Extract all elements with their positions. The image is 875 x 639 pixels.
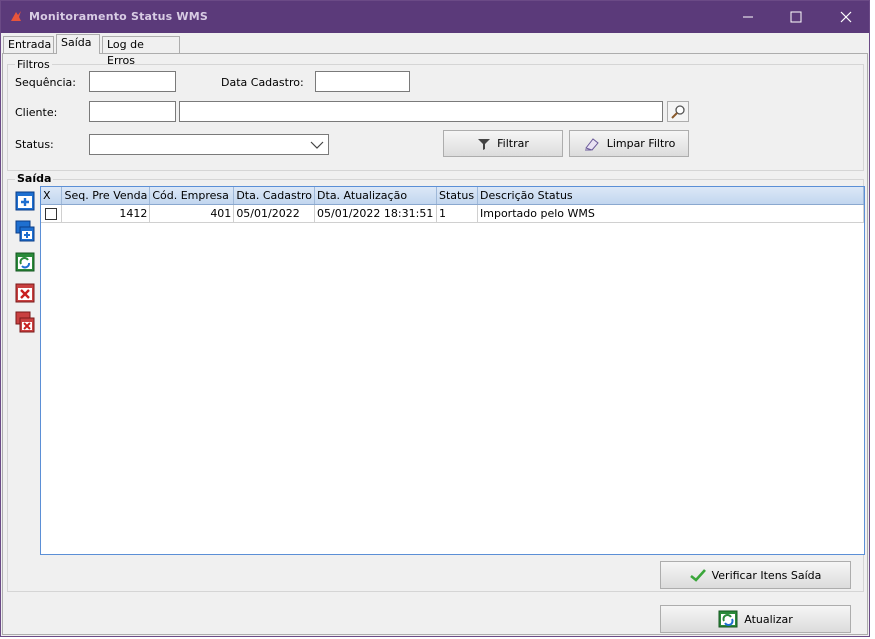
refresh-icon — [15, 252, 35, 272]
add-icon — [15, 191, 35, 211]
status-select[interactable] — [89, 134, 329, 155]
table-header-row: X Seq. Pre Venda Cód. Empresa Dta. Cadas… — [41, 187, 864, 205]
col-header-x[interactable]: X — [41, 187, 63, 205]
tab-entrada-label: Entrada — [8, 38, 52, 51]
search-icon — [671, 104, 685, 119]
limpar-filtro-button[interactable]: Limpar Filtro — [569, 130, 689, 157]
col-header-status[interactable]: Status — [436, 187, 478, 205]
cell-status: 1 — [436, 204, 478, 223]
add-multiple-button[interactable] — [14, 220, 36, 242]
data-cadastro-input[interactable] — [315, 71, 410, 92]
chevron-down-icon — [310, 141, 324, 149]
cliente-search-button[interactable] — [667, 101, 689, 122]
saida-grid[interactable]: X Seq. Pre Venda Cód. Empresa Dta. Cadas… — [40, 186, 865, 555]
verificar-itens-saida-label: Verificar Itens Saída — [711, 568, 822, 582]
close-icon — [840, 11, 852, 23]
cell-cod-empresa: 401 — [149, 204, 235, 223]
col-header-dta-atualizacao[interactable]: Dta. Atualização — [314, 187, 438, 205]
sequencia-label: Sequência: — [15, 76, 76, 89]
filtrar-button[interactable]: Filtrar — [443, 130, 563, 157]
maximize-icon — [790, 11, 802, 23]
status-label: Status: — [15, 138, 54, 151]
eraser-icon — [584, 137, 599, 151]
maximize-button[interactable] — [773, 1, 819, 33]
minimize-button[interactable] — [725, 1, 771, 33]
saida-table: X Seq. Pre Venda Cód. Empresa Dta. Cadas… — [41, 187, 864, 223]
cliente-name-input[interactable] — [179, 101, 663, 122]
tab-saida[interactable]: Saída — [56, 34, 100, 54]
delete-multiple-icon — [15, 311, 35, 333]
minimize-icon — [743, 16, 753, 18]
filters-group-title: Filtros — [15, 58, 52, 71]
tab-saida-label: Saída — [61, 36, 92, 49]
delete-button[interactable] — [14, 282, 36, 304]
check-icon — [689, 569, 706, 582]
delete-icon — [15, 283, 35, 303]
data-cadastro-label: Data Cadastro: — [221, 76, 304, 89]
main-window: Monitoramento Status WMS Filtros Sequênc… — [0, 0, 870, 637]
col-header-cod-empresa[interactable]: Cód. Empresa — [149, 187, 235, 205]
app-logo-icon — [11, 11, 21, 21]
add-button[interactable] — [14, 190, 36, 212]
tab-entrada[interactable]: Entrada — [3, 36, 54, 53]
atualizar-button[interactable]: Atualizar — [660, 605, 851, 633]
refresh-icon — [718, 610, 738, 628]
cell-dta-atualizacao: 05/01/2022 18:31:51 — [314, 204, 438, 223]
atualizar-button-label: Atualizar — [744, 612, 793, 626]
filter-icon — [478, 138, 491, 150]
refresh-button[interactable] — [14, 251, 36, 273]
row-checkbox-cell[interactable] — [41, 204, 63, 223]
col-header-descricao-status[interactable]: Descrição Status — [477, 187, 864, 205]
col-header-seq-pre-venda[interactable]: Seq. Pre Venda — [61, 187, 151, 205]
cell-seq-pre-venda: 1412 — [61, 204, 151, 223]
col-header-dta-cadastro[interactable]: Dta. Cadastro — [233, 187, 316, 205]
limpar-filtro-button-label: Limpar Filtro — [606, 137, 676, 150]
add-multiple-icon — [15, 220, 35, 242]
row-checkbox[interactable] — [45, 208, 57, 220]
sequencia-input[interactable] — [89, 71, 176, 92]
cliente-label: Cliente: — [15, 106, 58, 119]
close-button[interactable] — [823, 1, 869, 33]
cell-descricao-status: Importado pelo WMS — [477, 204, 864, 223]
window-title: Monitoramento Status WMS — [29, 10, 209, 23]
cliente-code-input[interactable] — [89, 101, 176, 122]
filtrar-button-label: Filtrar — [497, 137, 529, 150]
cell-dta-cadastro: 05/01/2022 — [233, 204, 316, 223]
title-bar[interactable]: Monitoramento Status WMS — [1, 1, 869, 33]
table-row[interactable]: 1412 401 05/01/2022 05/01/2022 18:31:51 … — [41, 204, 864, 223]
tab-log-de-erros[interactable]: Log de Erros — [102, 36, 180, 67]
saida-group-title: Saída — [15, 172, 54, 185]
verificar-itens-saida-button[interactable]: Verificar Itens Saída — [660, 561, 851, 589]
delete-multiple-button[interactable] — [14, 311, 36, 333]
